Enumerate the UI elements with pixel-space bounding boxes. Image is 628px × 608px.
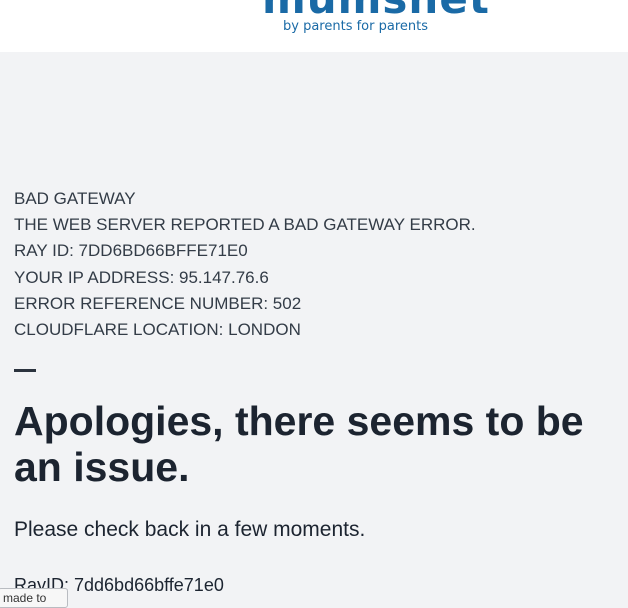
error-title: BAD GATEWAY	[14, 189, 136, 208]
ray-id-line: RAY ID: 7DD6BD66BFFE71E0	[14, 241, 248, 261]
section-divider	[14, 369, 36, 372]
error-reference-line: ERROR REFERENCE NUMBER: 502	[14, 293, 302, 313]
error-description: THE WEB SERVER REPORTED A BAD GATEWAY ER…	[14, 215, 476, 235]
logo-tagline: by parents for parents	[283, 19, 428, 34]
site-header: mumsnet by parents for parents	[0, 0, 628, 52]
partial-tooltip: made to	[0, 588, 68, 608]
cloudflare-location-line: CLOUDFLARE LOCATION: LONDON	[14, 320, 301, 340]
page-headline: Apologies, there seems to be an issue.	[14, 398, 584, 490]
ip-address-line: YOUR IP ADDRESS: 95.147.76.6	[14, 267, 269, 287]
error-details: BAD GATEWAY THE WEB SERVER REPORTED A BA…	[14, 186, 476, 343]
retry-message: Please check back in a few moments.	[14, 518, 366, 541]
mumsnet-logo[interactable]: mumsnet	[262, 0, 490, 20]
